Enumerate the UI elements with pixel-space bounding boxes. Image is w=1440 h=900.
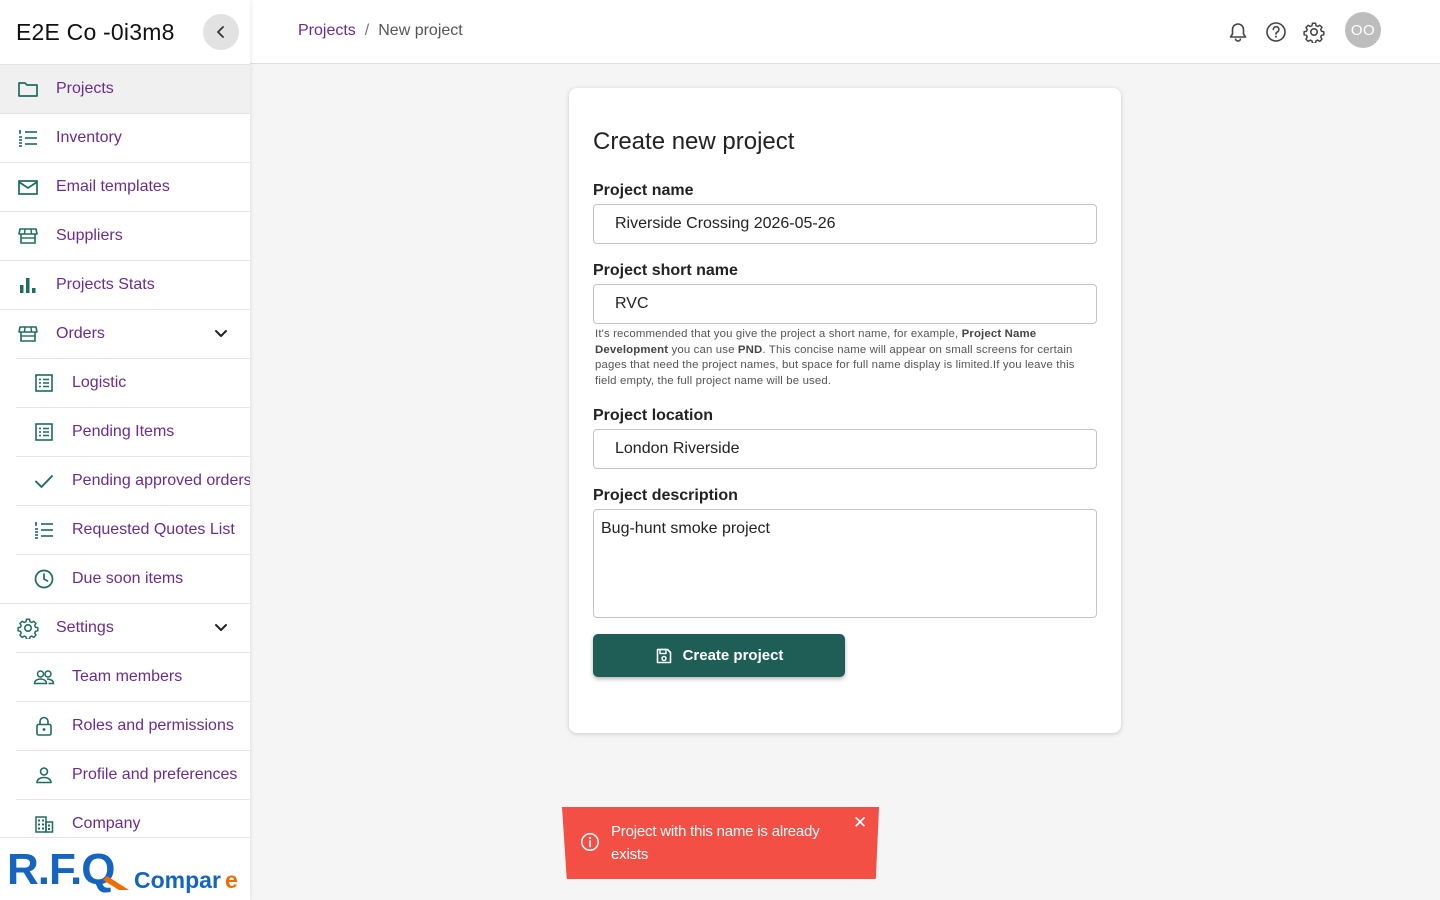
clock-icon bbox=[33, 568, 55, 590]
gear-icon[interactable] bbox=[1301, 19, 1327, 45]
building-icon bbox=[33, 813, 55, 835]
document-list-icon bbox=[33, 372, 55, 394]
hint-text: It's recommended that you give the proje… bbox=[595, 328, 962, 340]
svg-text:R.F.Q: R.F.Q bbox=[7, 846, 114, 894]
sidebar-item-pending-approved-orders[interactable]: Pending approved orders bbox=[16, 456, 250, 505]
people-icon bbox=[33, 666, 55, 688]
save-icon bbox=[656, 648, 671, 663]
project-description-label: Project description bbox=[593, 487, 738, 504]
sidebar-item-label: Projects Stats bbox=[56, 276, 155, 293]
help-icon[interactable] bbox=[1263, 19, 1289, 45]
sidebar-item-settings[interactable]: Settings bbox=[0, 603, 250, 652]
bell-icon[interactable] bbox=[1225, 19, 1251, 45]
sidebar-item-orders[interactable]: Orders bbox=[0, 309, 250, 358]
short-name-hint: It's recommended that you give the proje… bbox=[595, 327, 1091, 389]
chevron-left-icon bbox=[217, 26, 224, 38]
chevron-down-icon[interactable] bbox=[212, 325, 230, 348]
sidebar-item-inventory[interactable]: Inventory bbox=[0, 113, 250, 162]
sidebar-item-projects[interactable]: Projects bbox=[0, 64, 250, 113]
sidebar-item-label: Settings bbox=[56, 619, 114, 636]
sidebar-item-roles-and-permissions[interactable]: Roles and permissions bbox=[16, 701, 250, 750]
sidebar-item-pending-items[interactable]: Pending Items bbox=[16, 407, 250, 456]
sidebar-item-label: Suppliers bbox=[56, 227, 123, 244]
sidebar-item-label: Profile and preferences bbox=[72, 766, 238, 783]
sidebar-item-label: Logistic bbox=[72, 374, 127, 391]
list-numbered-icon bbox=[17, 127, 39, 149]
project-description-textarea[interactable]: Bug-hunt smoke project bbox=[593, 509, 1097, 618]
rfq-compare-logo: R.F.Q Compar e bbox=[0, 837, 250, 900]
sidebar-item-label: Pending Items bbox=[72, 423, 175, 440]
document-list-icon bbox=[33, 421, 55, 443]
sidebar-item-requested-quotes-list[interactable]: Requested Quotes List bbox=[16, 505, 250, 554]
sidebar-item-label: Email templates bbox=[56, 178, 170, 195]
sidebar-item-email-templates[interactable]: Email templates bbox=[0, 162, 250, 211]
bar-chart-icon bbox=[17, 274, 39, 296]
info-icon bbox=[580, 832, 600, 857]
sidebar-item-label: Roles and permissions bbox=[72, 717, 234, 734]
breadcrumb: Projects / New project bbox=[298, 22, 463, 40]
sidebar-item-projects-stats[interactable]: Projects Stats bbox=[0, 260, 250, 309]
svg-text:e: e bbox=[225, 867, 238, 893]
folder-icon bbox=[17, 78, 39, 100]
page-title: Create new project bbox=[593, 128, 795, 155]
gear-icon bbox=[17, 617, 39, 639]
list-numbered-icon bbox=[33, 519, 55, 541]
sidebar-item-suppliers[interactable]: Suppliers bbox=[0, 211, 250, 260]
store-icon bbox=[17, 225, 39, 247]
envelope-icon bbox=[17, 176, 39, 198]
sidebar-nav: Projects Inventory Email templates Suppl… bbox=[0, 64, 250, 848]
hint-text: you can use bbox=[668, 343, 738, 356]
header-actions bbox=[1225, 19, 1339, 45]
lock-icon bbox=[33, 715, 55, 737]
store-icon bbox=[17, 323, 39, 345]
create-project-label: Create project bbox=[682, 647, 784, 664]
toast-message: Project with this name is already exists bbox=[611, 823, 820, 863]
sidebar-item-profile-and-preferences[interactable]: Profile and preferences bbox=[16, 750, 250, 799]
sidebar: E2E Co -0i3m8 Projects Inventory Email t… bbox=[0, 0, 250, 900]
sidebar-item-label: Orders bbox=[56, 325, 105, 342]
create-project-card: Create new project Project name Project … bbox=[569, 88, 1121, 733]
create-project-button[interactable]: Create project bbox=[593, 634, 845, 677]
avatar[interactable]: OO bbox=[1345, 12, 1381, 48]
project-name-label: Project name bbox=[593, 182, 694, 199]
sidebar-item-label: Team members bbox=[72, 668, 183, 685]
checkmark-icon bbox=[33, 470, 55, 492]
project-short-name-input[interactable] bbox=[593, 284, 1097, 324]
sidebar-item-label: Inventory bbox=[56, 129, 122, 146]
sidebar-item-label: Due soon items bbox=[72, 570, 184, 587]
user-icon bbox=[33, 764, 55, 786]
breadcrumb-projects-link[interactable]: Projects bbox=[298, 22, 356, 40]
hint-abbreviation: PND bbox=[737, 343, 763, 356]
sidebar-item-label: Company bbox=[72, 814, 141, 832]
sidebar-item-label: Pending approved orders bbox=[72, 472, 250, 489]
company-name: E2E Co -0i3m8 bbox=[16, 18, 175, 45]
sidebar-item-due-soon-items[interactable]: Due soon items bbox=[16, 554, 250, 603]
project-location-label: Project location bbox=[593, 407, 714, 424]
sidebar-item-label: Requested Quotes List bbox=[72, 521, 235, 538]
sidebar-item-team-members[interactable]: Team members bbox=[16, 652, 250, 701]
brand-header: E2E Co -0i3m8 bbox=[0, 0, 250, 64]
top-bar: Projects / New project OO bbox=[250, 0, 1440, 64]
project-short-name-label: Project short name bbox=[593, 262, 738, 279]
project-location-input[interactable] bbox=[593, 429, 1097, 469]
close-icon[interactable]: ✕ bbox=[853, 814, 867, 831]
project-name-input[interactable] bbox=[593, 204, 1097, 244]
sidebar-item-label: Projects bbox=[56, 80, 114, 97]
svg-text:Compar: Compar bbox=[134, 867, 221, 893]
collapse-sidebar-button[interactable] bbox=[203, 14, 239, 50]
breadcrumb-separator: / bbox=[364, 22, 370, 39]
breadcrumb-current: New project bbox=[378, 22, 463, 39]
sidebar-item-logistic[interactable]: Logistic bbox=[16, 358, 250, 407]
error-toast: Project with this name is already exists… bbox=[562, 807, 879, 879]
chevron-down-icon[interactable] bbox=[212, 619, 230, 642]
